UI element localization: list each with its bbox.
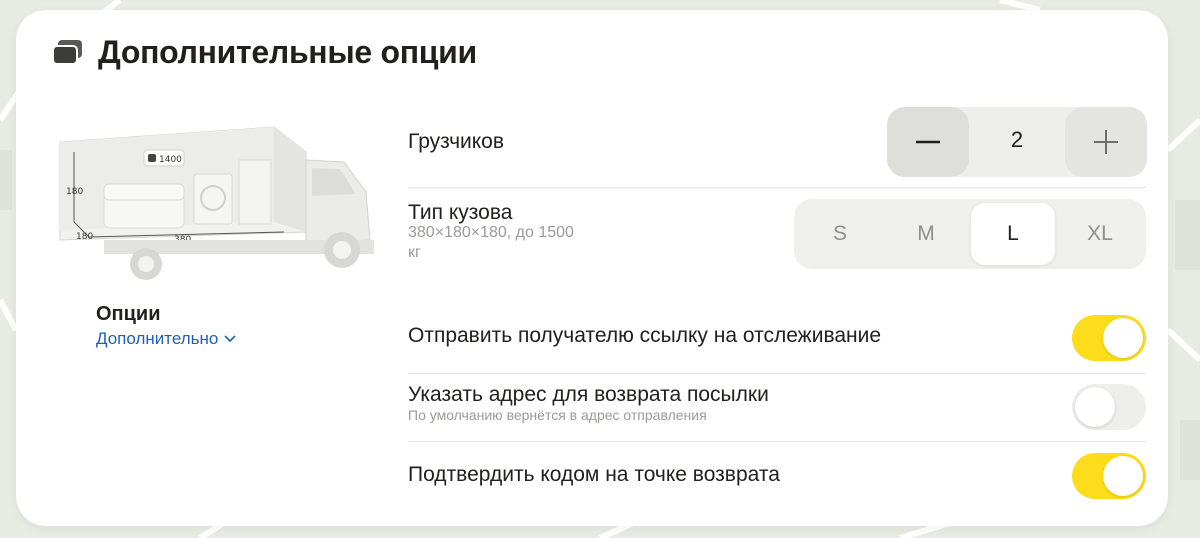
toggle-return-address-sublabel: По умолчанию вернётся в адрес отправлени… (408, 407, 707, 423)
plus-icon (1094, 130, 1118, 154)
toggle-knob (1103, 456, 1143, 496)
decrease-loaders-button[interactable] (887, 107, 969, 177)
toggle-confirm-code-label: Подтвердить кодом на точке возврата (408, 463, 780, 486)
loaders-stepper: 2 (887, 107, 1147, 177)
increase-loaders-button[interactable] (1065, 107, 1147, 177)
loaders-label: Грузчиков (408, 130, 504, 153)
size-option-s[interactable]: S (798, 203, 882, 265)
additional-options-link[interactable]: Дополнительно (96, 329, 236, 349)
page-title: Дополнительные опции (98, 33, 477, 70)
options-title: Опции (96, 303, 161, 325)
chevron-down-icon (224, 335, 236, 343)
card-header: Дополнительные опции (52, 34, 477, 70)
toggle-knob (1103, 318, 1143, 358)
body-type-details-line2: кг (408, 244, 421, 261)
additional-options-card: Дополнительные опции 1400 180 180 380 Оп… (16, 10, 1168, 526)
toggle-knob (1075, 387, 1115, 427)
size-option-l[interactable]: L (971, 203, 1055, 265)
body-type-label: Тип кузова (408, 201, 513, 224)
truck-height-label: 180 (66, 187, 83, 197)
options-section: Опции Дополнительно (96, 303, 236, 349)
additional-options-link-label: Дополнительно (96, 329, 219, 348)
divider (408, 441, 1146, 442)
size-option-m[interactable]: M (884, 203, 968, 265)
confirm-code-toggle[interactable] (1072, 453, 1146, 499)
body-type-details-line1: 380×180×180, до 1500 (408, 224, 574, 241)
tracking-link-toggle[interactable] (1072, 315, 1146, 361)
loaders-count: 2 (1010, 127, 1024, 152)
truck-image: 1400 180 180 380 (59, 126, 374, 280)
divider (408, 373, 1146, 374)
return-address-toggle[interactable] (1072, 384, 1146, 430)
minus-icon (916, 140, 940, 144)
truck-weight-label: 1400 (159, 155, 182, 165)
size-option-xl[interactable]: XL (1058, 203, 1142, 265)
cards-stack-icon (52, 38, 84, 66)
toggle-return-address-label: Указать адрес для возврата посылки (408, 383, 769, 406)
toggle-tracking-link-label: Отправить получателю ссылку на отслежива… (408, 324, 882, 347)
divider (408, 187, 1146, 188)
body-size-selector: S M L XL (794, 199, 1146, 269)
